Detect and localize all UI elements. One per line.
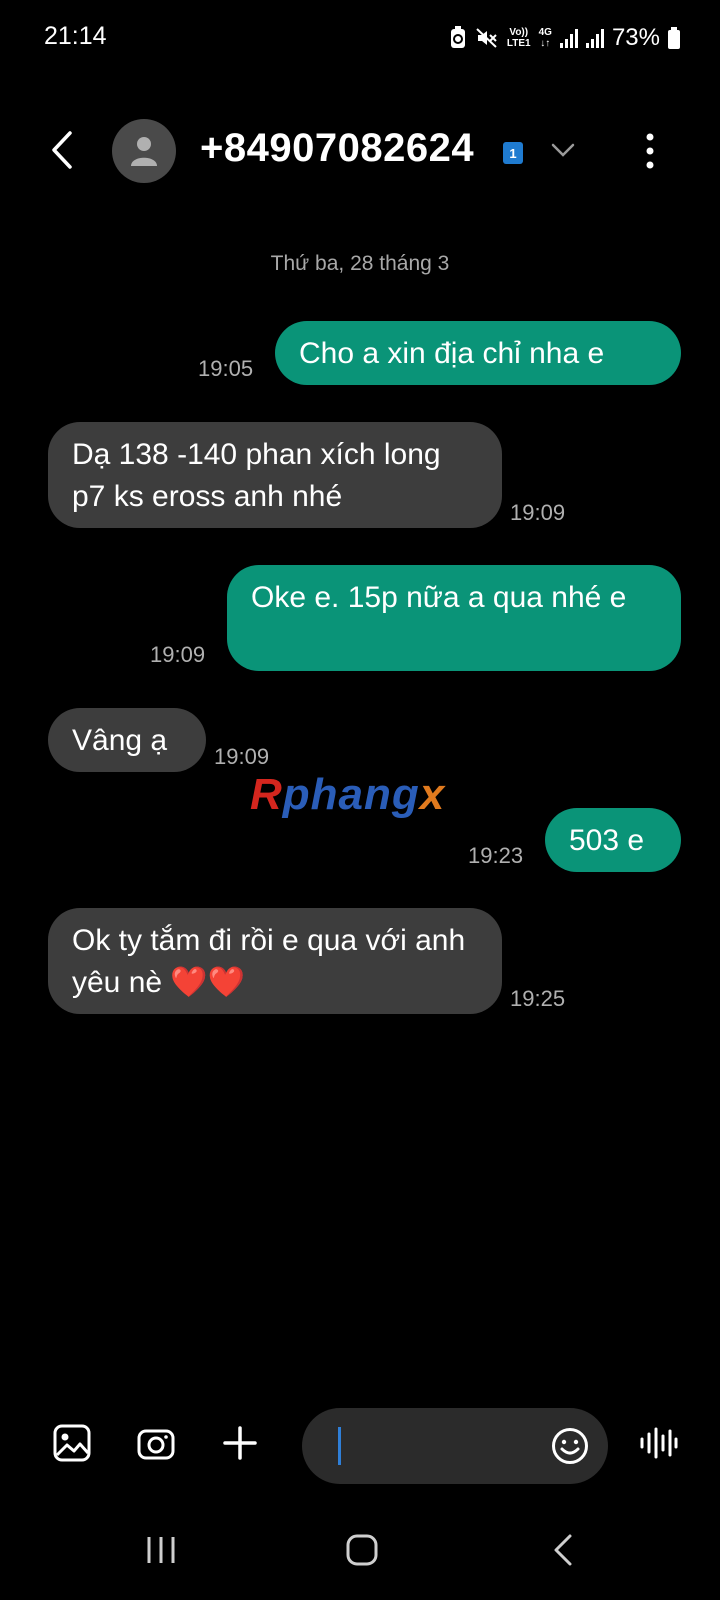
plus-icon bbox=[223, 1426, 257, 1460]
message-time: 19:05 bbox=[198, 356, 254, 381]
gallery-button[interactable] bbox=[47, 1418, 97, 1468]
message-bubble-sent[interactable]: 503 e bbox=[545, 808, 681, 872]
voice-record-button[interactable] bbox=[634, 1418, 684, 1468]
watermark-logo: Rphangx bbox=[250, 770, 445, 820]
watermark-part-3: x bbox=[419, 770, 446, 819]
back-button[interactable] bbox=[42, 125, 82, 175]
emoji-icon bbox=[552, 1428, 588, 1464]
message-bubble-received[interactable]: Ok ty tắm đi rồi e qua với anh yêu nè ❤️… bbox=[48, 908, 502, 1014]
gallery-icon bbox=[53, 1424, 91, 1462]
status-icons: Vo)) LTE1 4G ↓↑ 73% bbox=[449, 22, 680, 54]
watermark-part-1: R bbox=[250, 770, 283, 819]
watermark-part-2: phang bbox=[282, 770, 420, 819]
voice-wave-icon bbox=[640, 1427, 678, 1459]
nav-home-button[interactable] bbox=[332, 1520, 392, 1580]
more-options-button[interactable] bbox=[636, 128, 664, 174]
back-arrow-icon bbox=[52, 131, 72, 169]
mute-icon bbox=[475, 26, 499, 50]
volte-indicator: Vo)) LTE1 bbox=[507, 27, 531, 49]
message-bubble-received[interactable]: Vâng ạ bbox=[48, 708, 206, 772]
more-vert-icon bbox=[646, 133, 654, 169]
person-icon bbox=[131, 137, 157, 166]
system-nav-bar bbox=[0, 1500, 720, 1600]
network-bottom: ↓↑ bbox=[540, 38, 551, 49]
status-bar: 21:14 Vo)) LTE1 4G ↓↑ 73% bbox=[0, 0, 720, 80]
message-bubble-sent[interactable]: Cho a xin địa chỉ nha e bbox=[275, 321, 681, 385]
camera-button[interactable] bbox=[131, 1418, 181, 1468]
signal-icon bbox=[559, 28, 578, 48]
avatar[interactable] bbox=[112, 119, 176, 183]
contact-name[interactable]: +84907082624 bbox=[200, 126, 474, 171]
home-icon bbox=[346, 1534, 378, 1566]
volte-top: Vo)) bbox=[509, 27, 529, 38]
network-top: 4G bbox=[538, 27, 552, 38]
message-input[interactable] bbox=[302, 1408, 608, 1484]
sim-badge: 1 bbox=[503, 142, 523, 164]
contact-dropdown-button[interactable] bbox=[547, 136, 579, 164]
conversation-header: +84907082624 1 bbox=[0, 100, 720, 200]
recents-icon bbox=[147, 1537, 175, 1563]
nav-recents-button[interactable] bbox=[131, 1520, 191, 1580]
nav-back-button[interactable] bbox=[533, 1520, 593, 1580]
message-time: 19:09 bbox=[214, 744, 270, 769]
chevron-down-icon bbox=[551, 143, 575, 157]
message-time: 19:09 bbox=[510, 500, 566, 525]
message-composer bbox=[0, 1400, 720, 1490]
network-type: 4G ↓↑ bbox=[539, 27, 552, 49]
message-time: 19:09 bbox=[150, 642, 206, 667]
emoji-button[interactable] bbox=[550, 1426, 590, 1466]
battery-percent: 73% bbox=[611, 24, 660, 51]
date-divider: Thứ ba, 28 tháng 3 bbox=[270, 252, 450, 275]
message-time: 19:25 bbox=[510, 986, 566, 1011]
battery-icon bbox=[668, 27, 680, 49]
signal-icon-2 bbox=[585, 28, 604, 48]
text-caret bbox=[338, 1427, 341, 1465]
message-bubble-received[interactable]: Dạ 138 -140 phan xích long p7 ks eross a… bbox=[48, 422, 502, 528]
battery-saver-icon bbox=[449, 26, 467, 50]
message-bubble-sent[interactable]: Oke e. 15p nữa a qua nhé e bbox=[227, 565, 681, 671]
camera-icon bbox=[137, 1429, 175, 1460]
volte-bottom: LTE1 bbox=[506, 38, 531, 49]
add-attachment-button[interactable] bbox=[215, 1418, 265, 1468]
nav-back-icon bbox=[554, 1534, 572, 1566]
message-time: 19:23 bbox=[468, 843, 524, 868]
status-time: 21:14 bbox=[44, 22, 107, 50]
